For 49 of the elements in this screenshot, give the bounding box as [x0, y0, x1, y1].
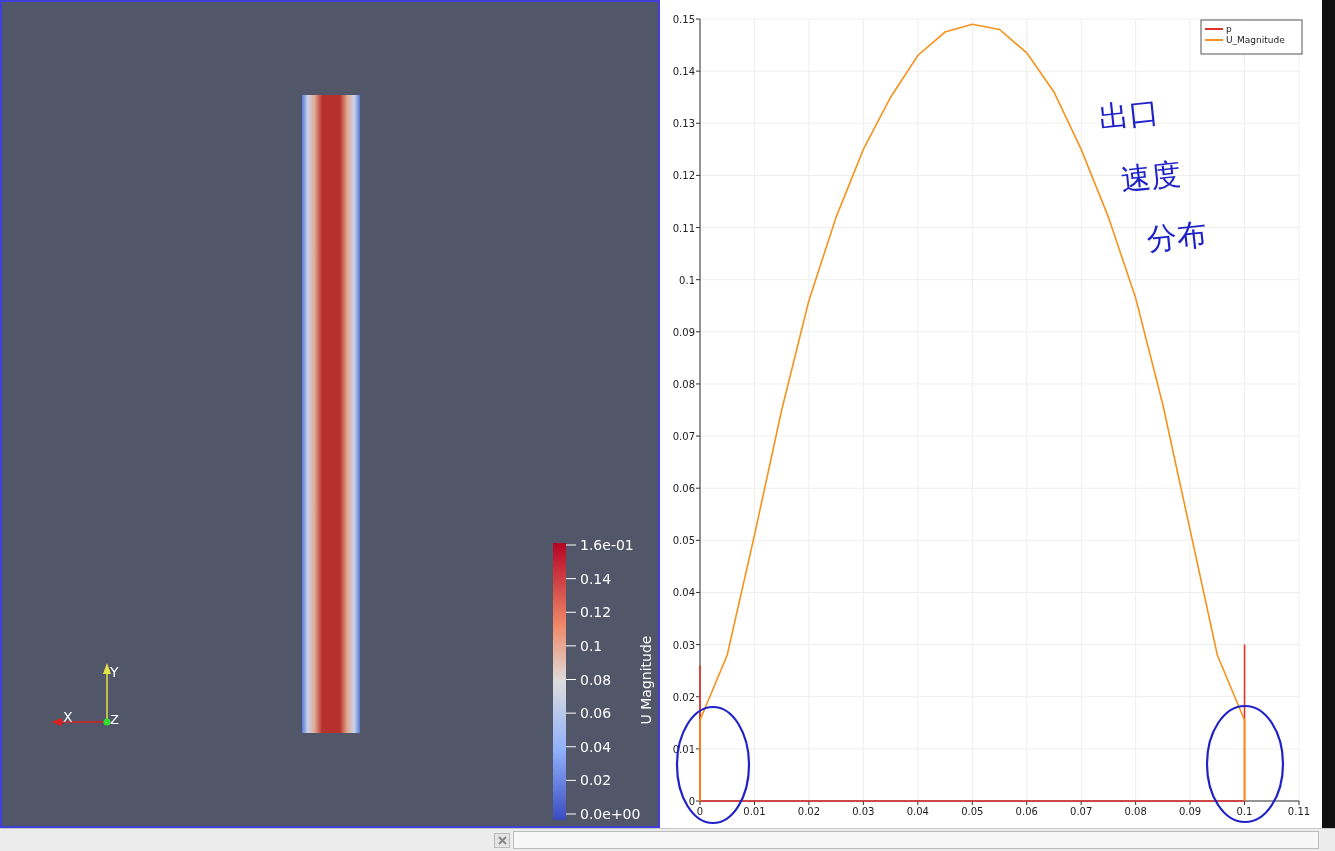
color-legend-label: 0.06: [580, 705, 612, 722]
close-button[interactable]: [494, 832, 510, 848]
axis-label: X: [63, 709, 73, 725]
tick-label: 0.06: [672, 483, 695, 495]
tick-label: 0.05: [672, 535, 695, 547]
tick-label: 0.13: [672, 118, 695, 130]
axis-label: Y: [110, 664, 119, 680]
tick-label: 0.12: [672, 170, 695, 182]
tick-label: 0.11: [672, 222, 695, 234]
tick-label: 0: [688, 796, 695, 807]
tick-label: 0: [696, 806, 704, 817]
axis-label: Z: [110, 712, 119, 727]
color-legend-label: 0.08: [580, 671, 612, 688]
color-legend-title: U Magnitude: [638, 635, 654, 725]
color-legend-label: 0.1: [580, 637, 603, 654]
tick-label: 0.14: [672, 66, 695, 78]
orientation-axes-drawing: [51, 663, 111, 726]
tick-label: 0.07: [672, 431, 695, 443]
handwritten-note: 速度: [1119, 155, 1183, 197]
tick-label: 0.1: [1236, 806, 1253, 817]
tick-label: 0.05: [961, 806, 984, 817]
color-legend-label: 0.02: [580, 772, 612, 789]
tick-label: 0.04: [906, 806, 929, 817]
tick-label: 0.01: [743, 806, 766, 817]
tick-label: 0.1: [679, 274, 695, 286]
input-field[interactable]: [513, 831, 1319, 849]
color-legend-label: 1.6e-01: [580, 537, 634, 553]
tick-label: 0.06: [1015, 806, 1038, 817]
tick-label: 0.09: [1178, 806, 1202, 817]
tick-label: 0.02: [797, 806, 821, 817]
color-legend-label: 0.12: [580, 604, 612, 621]
color-legend-label: 0.04: [580, 738, 612, 755]
tick-label: 0.15: [672, 14, 695, 25]
tick-label: 0.09: [672, 326, 695, 338]
color-legend-label: 0.14: [580, 570, 612, 587]
tick-label: 0.08: [1124, 806, 1147, 817]
tick-label: 0.02: [672, 691, 695, 703]
handwritten-note: 分布: [1145, 215, 1209, 257]
color-legend-label: 0.0e+00: [580, 806, 641, 822]
tick-label: 0.11: [1287, 806, 1311, 817]
tick-label: 0.04: [672, 587, 695, 599]
legend-label: U_Magnitude: [1226, 35, 1285, 45]
legend-label: p: [1226, 24, 1232, 34]
tick-label: 0.07: [1070, 806, 1093, 817]
tick-label: 0.03: [852, 806, 875, 817]
tick-label: 0.03: [672, 639, 695, 651]
handwritten-note: 出口: [1097, 93, 1161, 135]
tick-label: 0.08: [672, 378, 695, 390]
close-icon: [497, 835, 507, 845]
